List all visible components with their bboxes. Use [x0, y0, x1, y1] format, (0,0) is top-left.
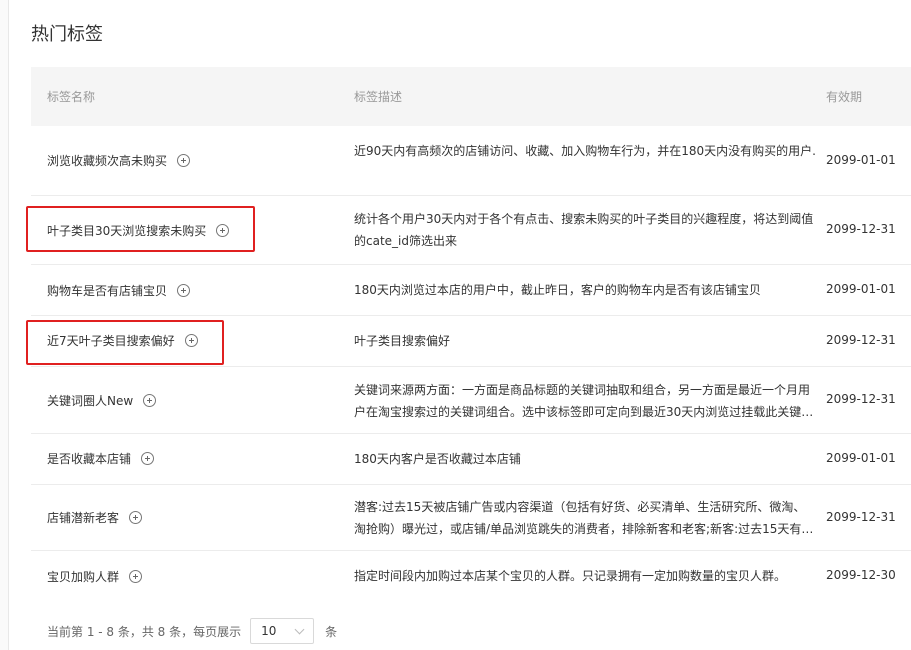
table-row: 是否收藏本店铺 180天内客户是否收藏过本店铺 2099-01-01: [31, 434, 911, 485]
highlight-box: [26, 320, 224, 365]
tag-name-cell: 浏览收藏频次高未购买: [47, 152, 191, 169]
table-row: 店铺潜新老客 潜客:过去15天被店铺广告或内容渠道（包括有好货、必买清单、生活研…: [31, 485, 911, 551]
expire-date: 2099-12-31: [826, 222, 896, 236]
tag-name: 宝贝加购人群: [47, 570, 120, 584]
table-row: 关键词圈人New 关键词来源两方面：一方面是商品标题的关键词抽取和组合，另一方面…: [31, 367, 911, 434]
add-tag-icon[interactable]: [141, 452, 155, 465]
add-tag-icon[interactable]: [143, 394, 157, 407]
tag-name-cell: 是否收藏本店铺: [47, 450, 155, 467]
add-tag-icon[interactable]: [177, 154, 191, 167]
tag-name: 浏览收藏频次高未购买: [47, 154, 168, 168]
header-desc: 标签描述: [354, 90, 403, 104]
pagination-unit: 条: [325, 624, 338, 639]
header-name: 标签名称: [47, 90, 96, 104]
tag-description: 180天内浏览过本店的用户中，截止昨日，客户的购物车内是否有该店铺宝贝: [354, 283, 761, 297]
expire-date: 2099-01-01: [826, 451, 896, 465]
left-panel-edge: [0, 0, 9, 650]
tag-name-cell: 购物车是否有店铺宝贝: [47, 282, 191, 299]
tag-name: 关键词圈人New: [47, 394, 134, 408]
add-tag-icon[interactable]: [177, 284, 191, 297]
pagination: 当前第 1 - 8 条，共 8 条，每页展示 10 条: [47, 618, 337, 644]
chevron-down-icon: [294, 624, 305, 634]
expire-date: 2099-12-31: [826, 333, 896, 347]
page-title: 热门标签: [31, 24, 103, 45]
tag-description: 潜客:过去15天被店铺广告或内容渠道（包括有好货、必买清单、生活研究所、微淘、淘…: [354, 500, 814, 536]
tag-name: 购物车是否有店铺宝贝: [47, 284, 168, 298]
tag-name-cell: 店铺潜新老客: [47, 509, 143, 526]
header-expire: 有效期: [826, 90, 863, 104]
tag-name-cell: 关键词圈人New: [47, 392, 157, 409]
tag-name: 店铺潜新老客: [47, 511, 120, 525]
expire-date: 2099-01-01: [826, 282, 896, 296]
tag-description: 叶子类目搜索偏好: [354, 334, 451, 348]
table-row: 购物车是否有店铺宝贝 180天内浏览过本店的用户中，截止昨日，客户的购物车内是否…: [31, 265, 911, 316]
tag-description: 近90天内有高频次的店铺访问、收藏、加入购物车行为，并在180天内没有购买的用户…: [354, 144, 816, 158]
expire-date: 2099-12-30: [826, 568, 896, 582]
tag-description: 关键词来源两方面：一方面是商品标题的关键词抽取和组合，另一方面是最近一个月用户在…: [354, 383, 814, 419]
page-size-value: 10: [261, 624, 277, 638]
table-header: 标签名称 标签描述 有效期: [31, 67, 911, 126]
expire-date: 2099-01-01: [826, 153, 896, 167]
tag-description: 180天内客户是否收藏过本店铺: [354, 452, 521, 466]
pagination-summary: 当前第 1 - 8 条，共 8 条，每页展示: [47, 624, 242, 639]
table-row: 浏览收藏频次高未购买 近90天内有高频次的店铺访问、收藏、加入购物车行为，并在1…: [31, 126, 911, 196]
add-tag-icon[interactable]: [129, 511, 143, 524]
tag-name-cell: 宝贝加购人群: [47, 568, 143, 585]
expire-date: 2099-12-31: [826, 510, 896, 524]
tag-name: 是否收藏本店铺: [47, 452, 132, 466]
add-tag-icon[interactable]: [129, 570, 143, 583]
tag-description: 统计各个用户30天内对于各个有点击、搜索未购买的叶子类目的兴趣程度，将达到阈值的…: [354, 212, 814, 248]
page-size-select[interactable]: 10: [250, 618, 315, 644]
highlight-box: [26, 206, 255, 252]
table-row: 宝贝加购人群 指定时间段内加购过本店某个宝贝的人群。只记录拥有一定加购数量的宝贝…: [31, 551, 911, 602]
tag-description: 指定时间段内加购过本店某个宝贝的人群。只记录拥有一定加购数量的宝贝人群。: [354, 569, 787, 583]
expire-date: 2099-12-31: [826, 392, 896, 406]
